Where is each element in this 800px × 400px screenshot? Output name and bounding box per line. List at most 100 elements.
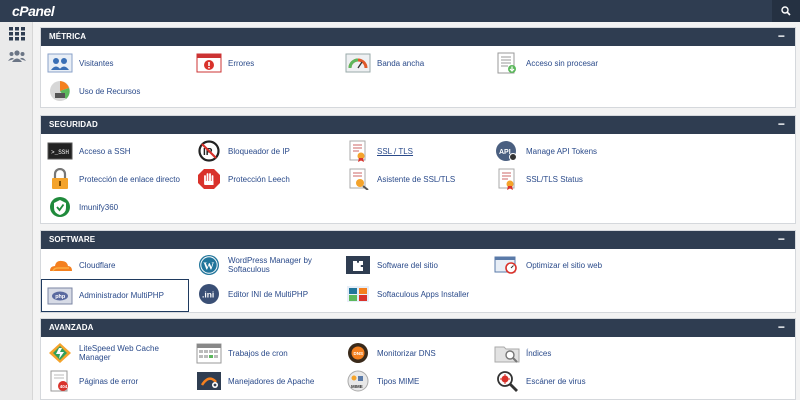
- tipos-mime-link[interactable]: MIME Tipos MIME: [345, 370, 419, 392]
- collapse-icon[interactable]: −: [778, 28, 785, 45]
- asistente-ssl-tls-link[interactable]: Asistente de SSL/TLS: [345, 168, 455, 190]
- item-label: Protección Leech: [228, 174, 290, 184]
- item-label: Monitorizar DNS: [377, 348, 436, 358]
- section-title: MÉTRICA: [49, 32, 87, 41]
- svg-text:>_SSH: >_SSH: [51, 149, 69, 156]
- paginas-error-link[interactable]: 404 Páginas de error: [47, 370, 138, 392]
- ip-blocker-icon: IP: [198, 140, 220, 162]
- raw-access-icon: [497, 52, 516, 74]
- proteccion-leech-link[interactable]: Protección Leech: [196, 168, 290, 190]
- svg-text:W: W: [203, 261, 214, 273]
- item-label: Visitantes: [79, 58, 114, 68]
- manejadores-apache-link[interactable]: Manejadores de Apache: [196, 370, 314, 392]
- item-label: Acceso sin procesar: [526, 58, 599, 68]
- collapse-icon[interactable]: −: [778, 116, 785, 133]
- panel-avanzada: AVANZADA − LiteSpeed Web Cache Manager Tr…: [40, 318, 796, 400]
- panel-header[interactable]: AVANZADA −: [41, 319, 795, 337]
- dns-monitor-icon: DNS: [348, 343, 368, 363]
- uso-de-recursos-link[interactable]: Uso de Recursos: [47, 80, 140, 102]
- item-label: Trabajos de cron: [228, 348, 288, 358]
- litespeed-icon: [49, 343, 71, 363]
- software-del-sitio-link[interactable]: Software del sitio: [345, 254, 438, 276]
- cpanel-logo[interactable]: cPanel: [12, 3, 55, 19]
- svg-text:404: 404: [60, 384, 68, 389]
- indices-link[interactable]: Índices: [494, 342, 551, 364]
- panel-software: SOFTWARE − Cloudflare W WordPress Manager…: [40, 230, 796, 313]
- item-label: Banda ancha: [377, 58, 425, 68]
- item-label: Editor INI de MultiPHP: [228, 289, 309, 299]
- sidebar-tools-button[interactable]: [8, 26, 26, 42]
- optimize-website-icon: [494, 256, 517, 274]
- item-label: Bloqueador de IP: [228, 146, 290, 156]
- wordpress-icon: W: [199, 255, 219, 275]
- leech-hand-icon: [198, 169, 220, 189]
- softaculous-icon: [347, 286, 369, 302]
- ssl-tls-link[interactable]: SSL / TLS: [345, 140, 413, 162]
- item-label: LiteSpeed Web Cache Manager: [79, 344, 159, 362]
- collapse-icon[interactable]: −: [778, 231, 785, 248]
- item-label: Cloudflare: [79, 260, 116, 270]
- item-label: Páginas de error: [79, 376, 139, 386]
- section-title: AVANZADA: [49, 323, 94, 332]
- visitantes-link[interactable]: Visitantes: [47, 52, 114, 74]
- manage-api-tokens-link[interactable]: API Manage API Tokens: [494, 140, 597, 162]
- item-label: SSL / TLS: [377, 146, 414, 156]
- editor-ini-multiphp-link[interactable]: .ini Editor INI de MultiPHP: [196, 283, 308, 305]
- imunify360-link[interactable]: Imunify360: [47, 196, 118, 218]
- acceso-sin-procesar-link[interactable]: Acceso sin procesar: [494, 52, 598, 74]
- item-label: Índices: [526, 348, 552, 358]
- item-label: Manage API Tokens: [526, 146, 598, 156]
- errores-link[interactable]: Errores: [196, 52, 254, 74]
- administrador-multiphp-link[interactable]: php Administrador MultiPHP: [41, 279, 189, 312]
- collapse-icon[interactable]: −: [778, 319, 785, 336]
- item-label: Protección de enlace directo: [79, 174, 180, 184]
- item-label: Errores: [228, 58, 255, 68]
- panel-header[interactable]: MÉTRICA −: [41, 28, 795, 46]
- wordpress-manager-link[interactable]: W WordPress Manager by Softaculous: [196, 254, 338, 276]
- ini-editor-icon: .ini: [199, 284, 219, 304]
- softaculous-installer-link[interactable]: Softaculous Apps Installer: [345, 283, 469, 305]
- item-label: Software del sitio: [377, 260, 438, 270]
- escaner-virus-link[interactable]: Escáner de virus: [494, 370, 586, 392]
- monitorizar-dns-link[interactable]: DNS Monitorizar DNS: [345, 342, 436, 364]
- ssl-tls-status-link[interactable]: SSL/TLS Status: [494, 168, 583, 190]
- site-software-puzzle-icon: [346, 256, 370, 274]
- error-icon: [196, 53, 222, 73]
- proteccion-enlace-directo-link[interactable]: Protección de enlace directo: [47, 168, 180, 190]
- cloudflare-link[interactable]: Cloudflare: [47, 254, 115, 276]
- item-label: Manejadores de Apache: [228, 376, 315, 386]
- svg-text:.ini: .ini: [202, 290, 214, 300]
- resource-usage-icon: [50, 81, 70, 101]
- indexes-folder-icon: [494, 346, 520, 363]
- apache-handlers-icon: [197, 372, 221, 390]
- search-icon: [781, 6, 791, 16]
- item-label: Escáner de virus: [526, 376, 586, 386]
- litespeed-cache-link[interactable]: LiteSpeed Web Cache Manager: [47, 342, 189, 364]
- hotlink-lock-icon: [52, 168, 68, 189]
- bloqueador-ip-link[interactable]: IP Bloqueador de IP: [196, 140, 290, 162]
- visitors-icon: [47, 53, 73, 73]
- panel-header[interactable]: SEGURIDAD −: [41, 116, 795, 134]
- item-label: Administrador MultiPHP: [79, 291, 164, 300]
- virus-scanner-icon: [497, 371, 518, 392]
- banda-ancha-link[interactable]: Banda ancha: [345, 52, 424, 74]
- section-title: SOFTWARE: [49, 235, 96, 244]
- panel-header[interactable]: SOFTWARE −: [41, 231, 795, 249]
- item-label: Tipos MIME: [377, 376, 420, 386]
- error-pages-icon: 404: [50, 370, 68, 392]
- item-label: Acceso a SSH: [79, 146, 131, 156]
- optimizar-sitio-link[interactable]: Optimizar el sitio web: [494, 254, 602, 276]
- trabajos-cron-link[interactable]: Trabajos de cron: [196, 342, 288, 364]
- item-label: Softaculous Apps Installer: [377, 289, 470, 299]
- svg-text:API: API: [499, 149, 511, 156]
- ssh-terminal-icon: >_SSH: [47, 142, 73, 160]
- item-label: Optimizar el sitio web: [526, 260, 603, 270]
- mime-types-icon: MIME: [347, 370, 369, 392]
- top-bar: cPanel: [0, 0, 800, 22]
- item-label: WordPress Manager by Softaculous: [228, 256, 312, 274]
- sidebar: [0, 22, 33, 400]
- search-button[interactable]: [772, 0, 800, 22]
- sidebar-users-button[interactable]: [8, 48, 26, 64]
- svg-text:MIME: MIME: [351, 384, 363, 389]
- acceso-ssh-link[interactable]: >_SSH Acceso a SSH: [47, 140, 131, 162]
